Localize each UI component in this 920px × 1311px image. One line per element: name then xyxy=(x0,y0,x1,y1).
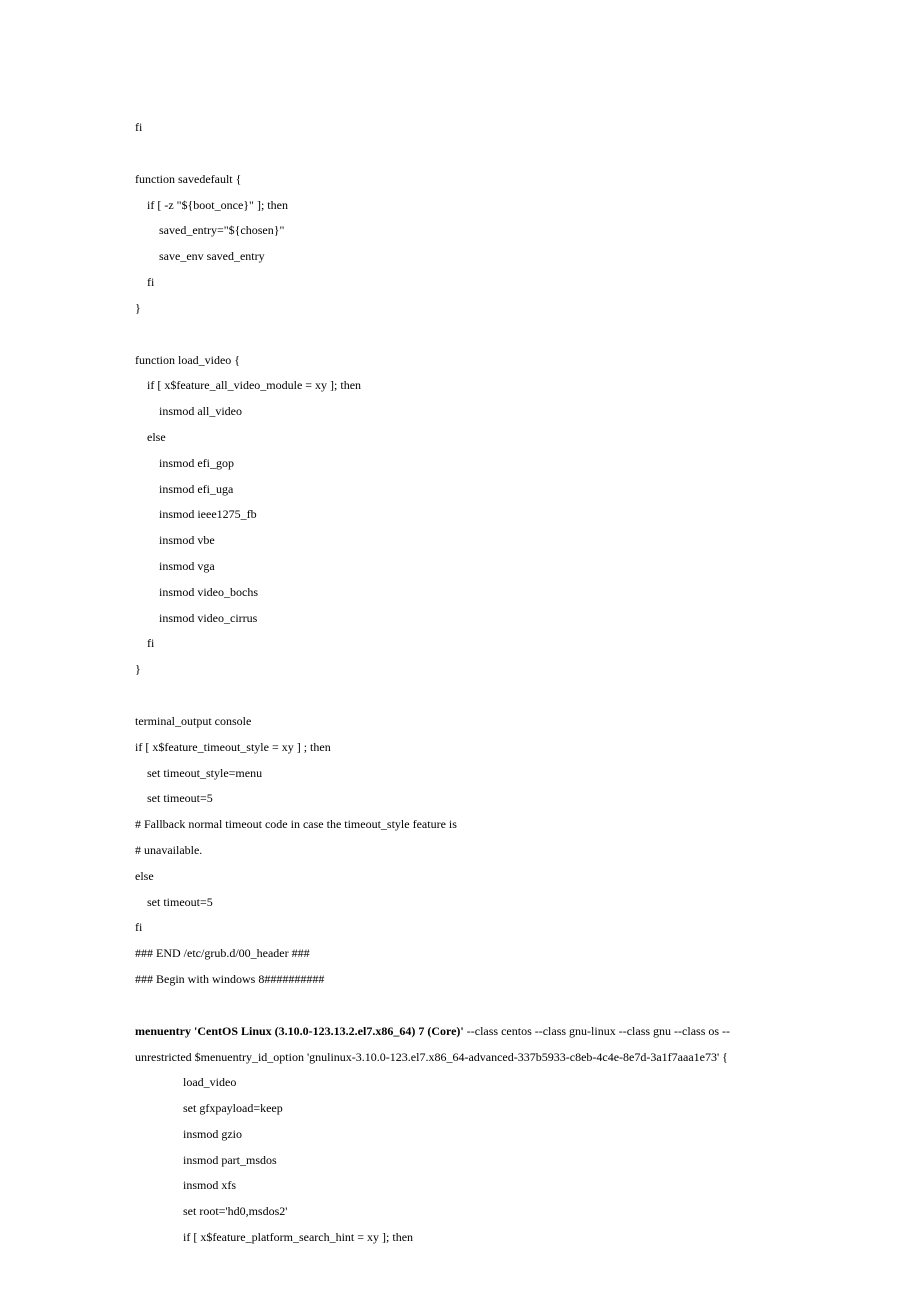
code-line: # Fallback normal timeout code in case t… xyxy=(135,812,785,838)
blank-line xyxy=(135,141,785,167)
code-line: fi xyxy=(135,631,785,657)
code-line: insmod efi_uga xyxy=(135,477,785,503)
code-line: } xyxy=(135,296,785,322)
code-line: insmod ieee1275_fb xyxy=(135,502,785,528)
code-line: if [ x$feature_all_video_module = xy ]; … xyxy=(135,373,785,399)
code-line: insmod video_bochs xyxy=(135,580,785,606)
code-line: fi xyxy=(135,915,785,941)
code-line: insmod part_msdos xyxy=(135,1148,785,1174)
code-line: function load_video { xyxy=(135,348,785,374)
code-line: else xyxy=(135,425,785,451)
blank-line xyxy=(135,322,785,348)
code-line: set root='hd0,msdos2' xyxy=(135,1199,785,1225)
code-line: insmod vga xyxy=(135,554,785,580)
document-body: fi function savedefault { if [ -z "${boot… xyxy=(0,0,920,1311)
code-line: if [ x$feature_platform_search_hint = xy… xyxy=(135,1225,785,1251)
code-line: fi xyxy=(135,115,785,141)
menuentry-title: menuentry 'CentOS Linux (3.10.0-123.13.2… xyxy=(135,1024,464,1038)
code-line: insmod xfs xyxy=(135,1173,785,1199)
code-line: fi xyxy=(135,270,785,296)
code-line: insmod video_cirrus xyxy=(135,606,785,632)
code-line: if [ -z "${boot_once}" ]; then xyxy=(135,193,785,219)
code-line: saved_entry="${chosen}" xyxy=(135,218,785,244)
code-line: terminal_output console xyxy=(135,709,785,735)
code-line: insmod gzio xyxy=(135,1122,785,1148)
code-line: } xyxy=(135,657,785,683)
code-line: menuentry 'CentOS Linux (3.10.0-123.13.2… xyxy=(135,1019,785,1071)
code-line: insmod efi_gop xyxy=(135,451,785,477)
code-line: set timeout=5 xyxy=(135,890,785,916)
code-line: # unavailable. xyxy=(135,838,785,864)
code-line: if [ x$feature_timeout_style = xy ] ; th… xyxy=(135,735,785,761)
blank-line xyxy=(135,683,785,709)
code-line: set gfxpayload=keep xyxy=(135,1096,785,1122)
code-line: ### END /etc/grub.d/00_header ### xyxy=(135,941,785,967)
code-line: set timeout_style=menu xyxy=(135,761,785,787)
code-line: insmod vbe xyxy=(135,528,785,554)
code-line: set timeout=5 xyxy=(135,786,785,812)
code-line: save_env saved_entry xyxy=(135,244,785,270)
code-line: ### Begin with windows 8########## xyxy=(135,967,785,993)
code-line: function savedefault { xyxy=(135,167,785,193)
code-line: insmod all_video xyxy=(135,399,785,425)
code-line: else xyxy=(135,864,785,890)
code-line: load_video xyxy=(135,1070,785,1096)
blank-line xyxy=(135,993,785,1019)
